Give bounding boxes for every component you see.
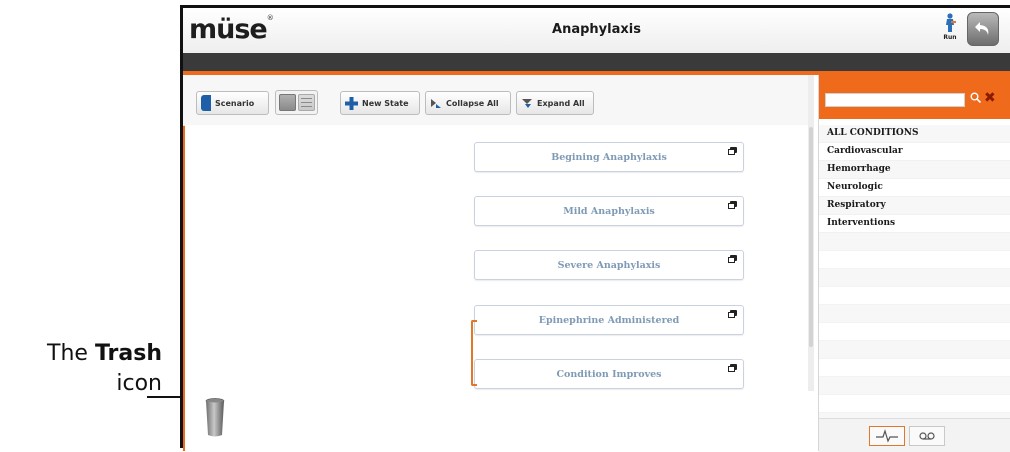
state-node[interactable]: Begining Anaphylaxis — [474, 142, 744, 172]
view-toggle-group — [275, 90, 318, 115]
scenario-button[interactable]: Scenario — [196, 91, 269, 115]
copy-icon[interactable] — [728, 364, 737, 372]
copy-icon[interactable] — [728, 255, 737, 263]
condition-item-interventions[interactable]: Interventions — [819, 215, 1010, 233]
vitals-tab[interactable] — [869, 426, 905, 446]
state-connector — [471, 320, 477, 386]
list-empty-row — [819, 233, 1010, 251]
toolbar: Scenario New State Collapse All Expand A… — [183, 75, 811, 126]
clear-search-icon[interactable]: ✖ — [984, 90, 996, 106]
flowchart-view-button[interactable] — [279, 94, 296, 111]
scrollbar-thumb[interactable] — [809, 127, 813, 347]
audio-tab[interactable] — [909, 426, 945, 446]
callout-bold: Trash — [94, 341, 162, 366]
page-title: Anaphylaxis — [552, 22, 641, 37]
back-button[interactable] — [967, 12, 999, 46]
copy-icon[interactable] — [728, 201, 737, 209]
scenario-icon — [201, 95, 211, 111]
callout-annotation: The Trash icon — [0, 0, 200, 448]
conditions-list: ALL CONDITIONS Cardiovascular Hemorrhage… — [819, 125, 1010, 431]
new-state-button[interactable]: New State — [340, 91, 420, 115]
expand-icon — [522, 99, 532, 108]
state-label: Begining Anaphylaxis — [551, 152, 667, 163]
state-node[interactable]: Severe Anaphylaxis — [474, 250, 744, 280]
list-view-button[interactable] — [298, 94, 315, 111]
collapse-all-label: Collapse All — [446, 98, 499, 108]
state-label: Mild Anaphylaxis — [563, 206, 655, 217]
condition-item-respiratory[interactable]: Respiratory — [819, 197, 1010, 215]
conditions-panel: ✖ ALL CONDITIONS Cardiovascular Hemorrha… — [818, 75, 1010, 452]
scenario-label: Scenario — [215, 98, 255, 108]
callout-suffix: icon — [116, 371, 162, 396]
list-empty-row — [819, 269, 1010, 287]
heartbeat-icon — [876, 429, 898, 443]
new-state-label: New State — [362, 98, 409, 108]
list-empty-row — [819, 323, 1010, 341]
top-bar: müse® Anaphylaxis Run — [183, 8, 1010, 54]
run-button[interactable]: Run — [939, 13, 961, 47]
copy-icon[interactable] — [728, 310, 737, 318]
expand-all-label: Expand All — [537, 98, 585, 108]
list-empty-row — [819, 305, 1010, 323]
list-empty-row — [819, 377, 1010, 395]
voicemail-icon — [919, 432, 935, 440]
conditions-search-input[interactable] — [825, 93, 965, 107]
plus-icon — [345, 96, 358, 110]
condition-item-cardiovascular[interactable]: Cardiovascular — [819, 143, 1010, 161]
list-empty-row — [819, 395, 1010, 413]
search-icon[interactable] — [970, 92, 981, 103]
app-window: müse® Anaphylaxis Run Scenario New State… — [180, 5, 1010, 452]
callout-text: The Trash icon — [47, 339, 162, 399]
panel-tab-bar — [819, 418, 1010, 452]
run-label: Run — [943, 34, 957, 41]
trash-icon[interactable] — [205, 398, 225, 442]
run-figure-icon — [946, 13, 956, 32]
callout-prefix: The — [47, 341, 88, 366]
logo-registered: ® — [266, 14, 274, 22]
state-canvas: Begining Anaphylaxis Mild Anaphylaxis Se… — [185, 125, 810, 451]
list-empty-row — [819, 341, 1010, 359]
condition-item-all[interactable]: ALL CONDITIONS — [819, 125, 1010, 143]
list-empty-row — [819, 287, 1010, 305]
conditions-search-bar: ✖ — [819, 75, 1010, 119]
collapse-icon — [431, 99, 441, 108]
state-label: Epinephrine Administered — [538, 315, 680, 326]
canvas-scrollbar[interactable] — [808, 75, 814, 391]
trash-can-graphic — [205, 398, 225, 437]
state-node[interactable]: Epinephrine Administered — [474, 305, 744, 335]
copy-icon[interactable] — [728, 147, 737, 155]
state-node[interactable]: Mild Anaphylaxis — [474, 196, 744, 226]
collapse-all-button[interactable]: Collapse All — [425, 91, 511, 115]
state-node[interactable]: Condition Improves — [474, 359, 744, 389]
expand-all-button[interactable]: Expand All — [516, 91, 594, 115]
list-empty-row — [819, 251, 1010, 269]
condition-item-neurologic[interactable]: Neurologic — [819, 179, 1010, 197]
state-label: Condition Improves — [556, 369, 662, 380]
back-arrow-icon — [975, 22, 989, 35]
state-label: Severe Anaphylaxis — [557, 260, 661, 271]
dark-bar — [183, 53, 1010, 71]
condition-item-hemorrhage[interactable]: Hemorrhage — [819, 161, 1010, 179]
list-empty-row — [819, 359, 1010, 377]
